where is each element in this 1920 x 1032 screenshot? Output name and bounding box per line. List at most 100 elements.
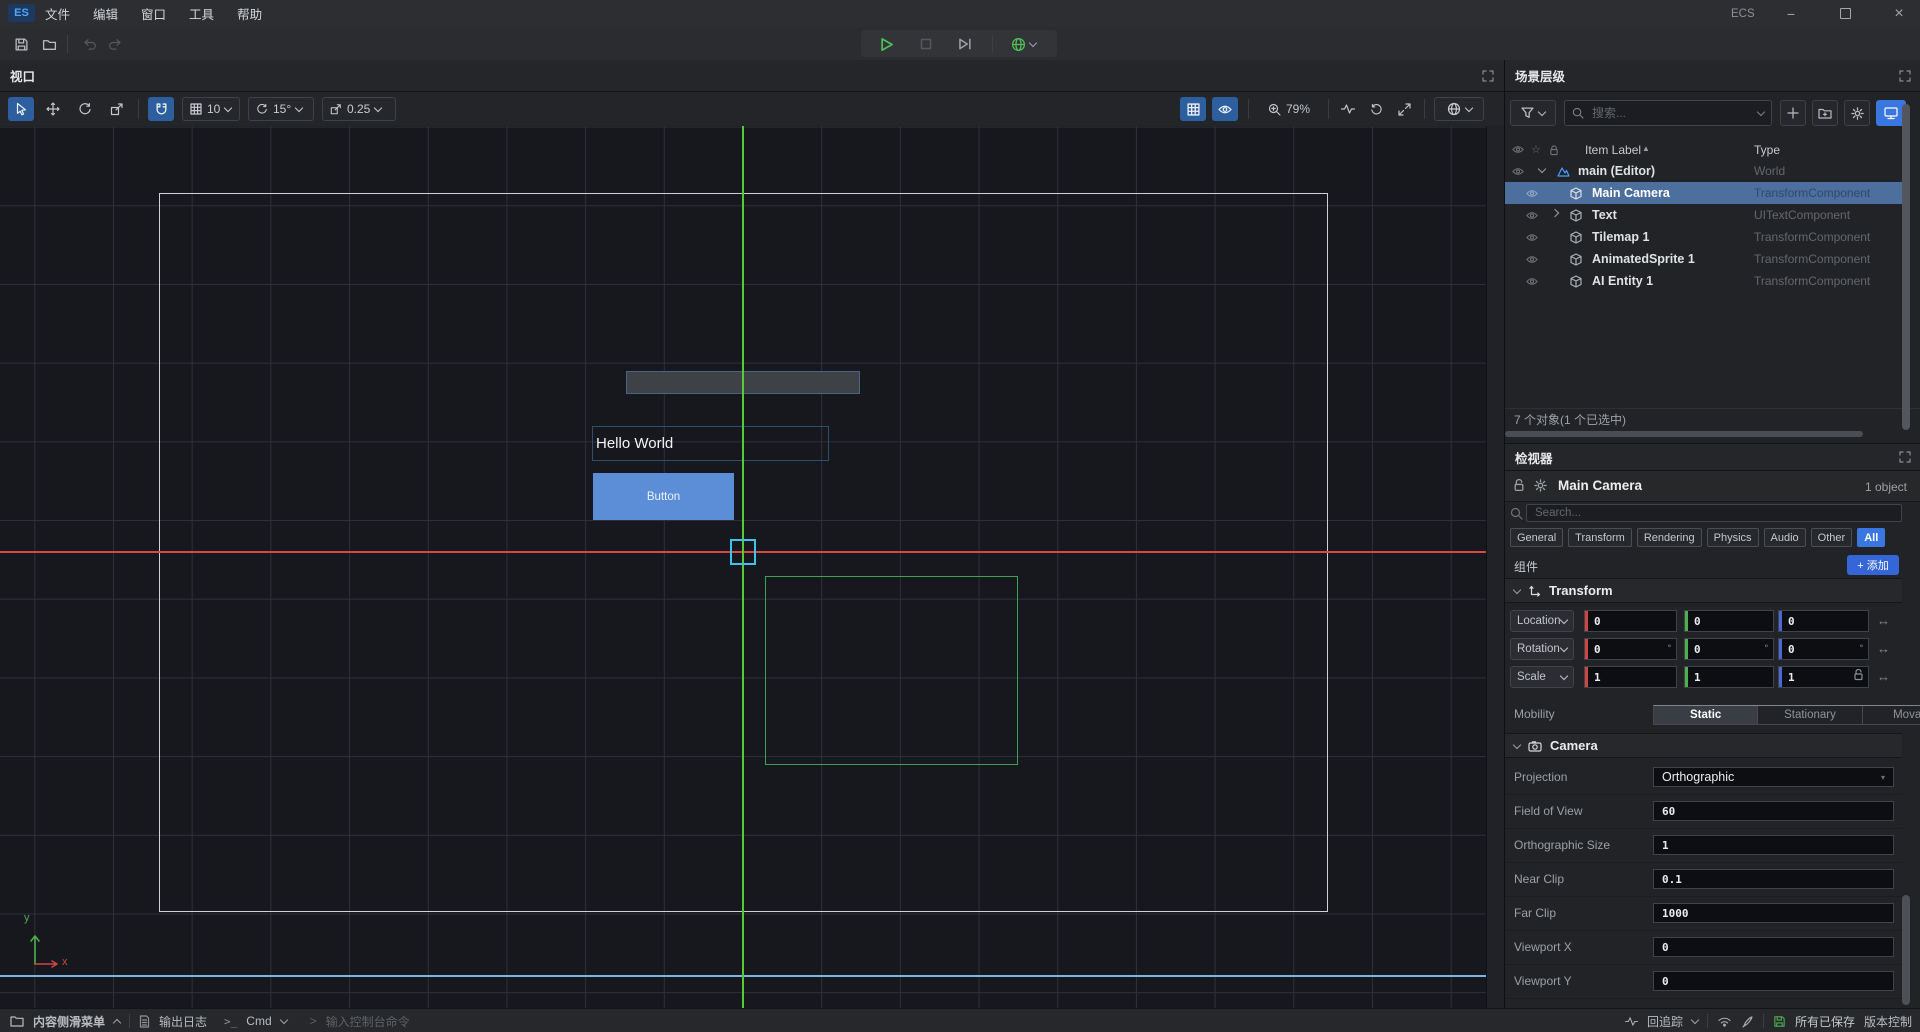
add-component-button[interactable]: + 添加: [1847, 555, 1899, 575]
chevron-right-icon[interactable]: [1551, 209, 1559, 217]
panel-expand-icon[interactable]: [1482, 70, 1494, 82]
undo-button[interactable]: [78, 33, 100, 55]
rotate-snap-dropdown[interactable]: 15°: [248, 97, 314, 121]
location-dropdown[interactable]: Location: [1510, 610, 1574, 632]
link-axes-icon[interactable]: ↔: [1877, 613, 1890, 628]
column-type-label[interactable]: Type: [1754, 143, 1780, 157]
inspector-search[interactable]: [1526, 504, 1902, 522]
tree-row-label[interactable]: main (Editor): [1578, 164, 1655, 178]
sort-ascending-icon[interactable]: ▲: [1642, 144, 1650, 153]
eye-icon[interactable]: [1526, 189, 1538, 198]
tree-row-label[interactable]: Main Camera: [1592, 186, 1670, 200]
ui-text-box[interactable]: Hello World: [592, 426, 829, 461]
filter-button[interactable]: [1510, 100, 1556, 126]
viewport-scroll-gutter[interactable]: [1486, 126, 1505, 1008]
cmd-selector[interactable]: Cmd: [246, 1014, 271, 1028]
redo-button[interactable]: [104, 33, 126, 55]
snap-toggle-button[interactable]: [148, 97, 174, 121]
mobility-movable[interactable]: Movable: [1863, 706, 1920, 724]
stylus-icon[interactable]: [1741, 1015, 1754, 1028]
ui-button[interactable]: Button: [593, 473, 734, 520]
wifi-icon[interactable]: [1717, 1015, 1732, 1027]
reset-view-button[interactable]: [1364, 97, 1388, 121]
zoom-level-button[interactable]: 79%: [1258, 97, 1320, 121]
grid-snap-dropdown[interactable]: 10: [182, 97, 240, 121]
maximize-button[interactable]: [1838, 7, 1852, 21]
new-folder-button[interactable]: [1812, 100, 1838, 126]
projection-dropdown[interactable]: Orthographic ▾: [1653, 767, 1894, 787]
minimize-button[interactable]: −: [1784, 7, 1798, 21]
scale-tool-button[interactable]: [104, 97, 130, 121]
tab-transform[interactable]: Transform: [1568, 528, 1632, 547]
menu-help[interactable]: 帮助: [237, 4, 262, 23]
tab-general[interactable]: General: [1510, 528, 1563, 547]
scale-y-field[interactable]: 1: [1684, 666, 1774, 688]
save-button[interactable]: [10, 33, 32, 55]
tree-row-label[interactable]: Tilemap 1: [1592, 230, 1649, 244]
eye-icon[interactable]: [1526, 255, 1538, 264]
inspector-vscrollbar[interactable]: [1902, 895, 1910, 1005]
trace-button[interactable]: 回追踪: [1647, 1013, 1683, 1030]
eye-icon[interactable]: [1526, 233, 1538, 242]
hierarchy-search-input[interactable]: [1590, 105, 1752, 121]
lock-icon[interactable]: [1513, 479, 1525, 492]
inspector-search-input[interactable]: [1533, 506, 1895, 520]
tree-row-animatedsprite[interactable]: AnimatedSprite 1 TransformComponent: [1505, 248, 1908, 270]
eye-icon[interactable]: [1512, 167, 1524, 176]
location-z-field[interactable]: 0: [1778, 610, 1869, 632]
chevron-down-icon[interactable]: [279, 1016, 287, 1024]
scene-canvas[interactable]: Hello World Button y x: [0, 126, 1486, 1008]
chevron-up-icon[interactable]: [113, 1018, 121, 1026]
scale-dropdown[interactable]: Scale: [1510, 666, 1574, 688]
column-item-label[interactable]: Item Label: [1585, 143, 1641, 157]
chevron-down-icon[interactable]: [1691, 1016, 1699, 1024]
mobility-stationary[interactable]: Stationary: [1758, 706, 1862, 724]
tab-all[interactable]: All: [1857, 528, 1885, 547]
select-tool-button[interactable]: [8, 97, 34, 121]
mobility-static[interactable]: Static: [1654, 706, 1758, 724]
viewport-x-input[interactable]: 0: [1653, 937, 1894, 957]
show-grid-toggle[interactable]: [1180, 97, 1206, 121]
transform-section-header[interactable]: Transform: [1505, 578, 1902, 603]
close-button[interactable]: ×: [1892, 7, 1906, 21]
link-axes-icon[interactable]: ↔: [1877, 641, 1890, 656]
open-button[interactable]: [38, 33, 60, 55]
step-button[interactable]: [954, 33, 976, 55]
green-region-rect[interactable]: [765, 576, 1018, 765]
menu-file[interactable]: 文件: [45, 4, 70, 23]
tab-other[interactable]: Other: [1811, 528, 1853, 547]
field-of-view-input[interactable]: 60: [1653, 801, 1894, 821]
stop-button[interactable]: [915, 33, 937, 55]
app-logo[interactable]: ES: [8, 4, 35, 22]
scale-x-field[interactable]: 1: [1584, 666, 1677, 688]
world-run-dropdown[interactable]: [1006, 33, 1040, 55]
tree-row-ai-entity[interactable]: AI Entity 1 TransformComponent: [1505, 270, 1908, 292]
world-view-dropdown[interactable]: [1434, 97, 1484, 121]
panel-expand-icon[interactable]: [1899, 451, 1911, 463]
unlock-icon[interactable]: [1853, 669, 1864, 681]
visibility-toggle[interactable]: [1212, 97, 1238, 121]
tree-row-world[interactable]: main (Editor) World: [1505, 160, 1908, 182]
stats-button[interactable]: [1336, 97, 1360, 121]
menu-tools[interactable]: 工具: [189, 4, 214, 23]
hierarchy-vscrollbar[interactable]: [1902, 104, 1910, 430]
add-entity-button[interactable]: [1780, 100, 1806, 126]
gear-icon[interactable]: [1534, 479, 1547, 492]
hierarchy-hscrollbar[interactable]: [1505, 431, 1863, 437]
tree-row-tilemap[interactable]: Tilemap 1 TransformComponent: [1505, 226, 1908, 248]
play-button[interactable]: [876, 33, 898, 55]
tree-row-label[interactable]: Text: [1592, 208, 1617, 222]
menu-window[interactable]: 窗口: [141, 4, 166, 23]
tree-row-text[interactable]: Text UITextComponent: [1505, 204, 1908, 226]
far-clip-input[interactable]: 1000: [1653, 903, 1894, 923]
camera-gizmo[interactable]: [730, 539, 756, 565]
eye-icon[interactable]: [1526, 277, 1538, 286]
camera-section-header[interactable]: Camera: [1505, 733, 1902, 758]
tab-rendering[interactable]: Rendering: [1637, 528, 1702, 547]
eye-icon[interactable]: [1526, 211, 1538, 220]
location-y-field[interactable]: 0: [1684, 610, 1774, 632]
tree-row-main-camera[interactable]: Main Camera TransformComponent: [1505, 182, 1908, 204]
tree-row-label[interactable]: AI Entity 1: [1592, 274, 1653, 288]
location-x-field[interactable]: 0: [1584, 610, 1677, 632]
panel-expand-icon[interactable]: [1899, 70, 1911, 82]
